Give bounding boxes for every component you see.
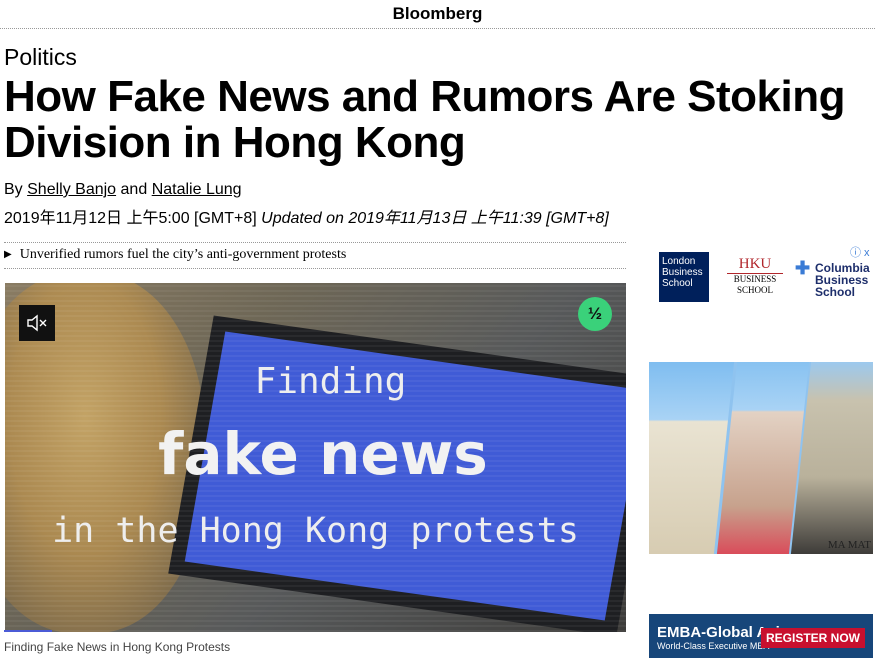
author-link-1[interactable]: Shelly Banjo (27, 181, 116, 198)
brand-logo[interactable]: Bloomberg (0, 0, 875, 28)
byline-prefix: By (4, 181, 23, 198)
hku-logo-text: HKU (727, 256, 783, 274)
triangle-bullet-icon: ▶ (4, 249, 12, 260)
published-time: 2019年11月12日 上午5:00 [GMT+8] (4, 210, 257, 227)
mute-icon (27, 314, 47, 332)
ad-image-text: MA MAT (827, 539, 871, 551)
byline: By Shelly Banjo and Natalie Lung (4, 181, 242, 199)
columbia-crown-icon: ✚ (795, 258, 811, 278)
hku-logo-sub2: SCHOOL (736, 285, 773, 295)
summary-text: Unverified rumors fuel the city’s anti-g… (19, 247, 347, 262)
register-now-button[interactable]: REGISTER NOW (760, 628, 865, 648)
ad-school-logos[interactable]: London Business School HKU BUSINESS SCHO… (649, 252, 873, 304)
section-kicker[interactable]: Politics (4, 44, 77, 71)
video-caption: Finding Fake News in Hong Kong Protests (4, 640, 231, 654)
video-progress-indicator (4, 630, 52, 632)
ad-campus-image[interactable]: MA MAT (649, 362, 873, 554)
mute-button[interactable] (19, 305, 55, 341)
ad-banner-subtitle: World-Class Executive MBA (657, 641, 770, 651)
summary-top-rule (4, 242, 626, 243)
video-player[interactable]: ½ Finding fake news in the Hong Kong pro… (5, 283, 626, 632)
hku-logo-sub1: BUSINESS (733, 274, 777, 284)
summary-bullet: ▶ Unverified rumors fuel the city’s anti-… (4, 247, 346, 263)
hku-business-school-logo: HKU BUSINESS SCHOOL (727, 256, 783, 296)
dateline: 2019年11月12日 上午5:00 [GMT+8] Updated on 20… (4, 204, 609, 228)
summary-bottom-rule (4, 268, 626, 269)
london-business-school-logo: London Business School (659, 252, 709, 302)
video-title-line3: in the Hong Kong protests (52, 511, 579, 551)
video-title-line2: fake news (158, 420, 488, 488)
byline-and: and (120, 181, 148, 198)
video-title-line1: Finding (254, 361, 407, 402)
fraction-icon: ½ (578, 297, 612, 331)
author-link-2[interactable]: Natalie Lung (152, 181, 242, 198)
columbia-logo-text: Columbia Business School (815, 261, 870, 299)
article-headline: How Fake News and Rumors Are Stoking Div… (4, 72, 846, 167)
header-divider (0, 28, 875, 29)
ad-emba-banner[interactable]: EMBA-Global Asia World-Class Executive M… (649, 614, 873, 658)
updated-time: Updated on 2019年11月13日 上午11:39 [GMT+8] (261, 210, 609, 227)
